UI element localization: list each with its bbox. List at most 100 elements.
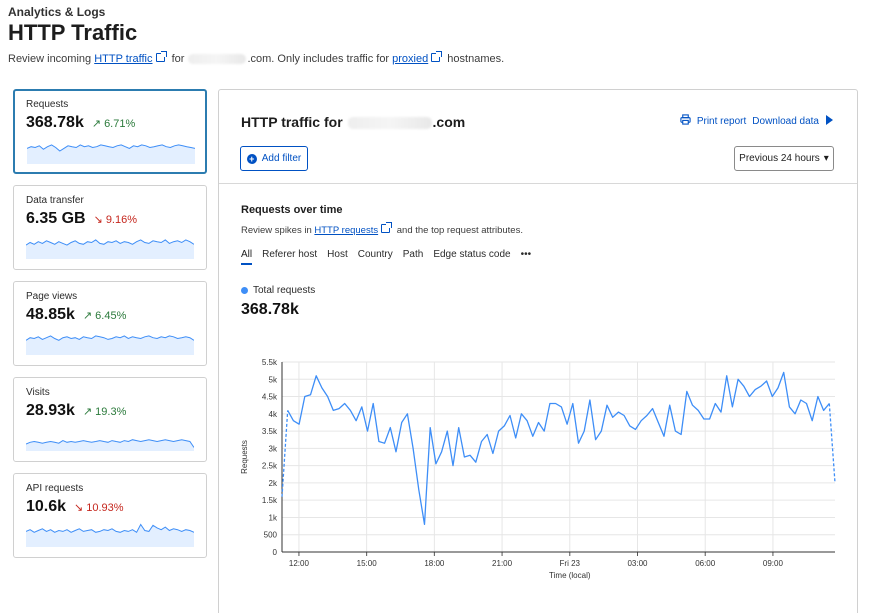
y-tick-label: 4k (269, 410, 278, 419)
metric-change: ↘ 9.16% (94, 213, 137, 226)
sparkline (26, 335, 194, 355)
metric-value: 368.78k (26, 114, 84, 131)
metric-card-page-views[interactable]: Page views 48.85k ↗ 6.45% (13, 281, 207, 366)
metric-card-requests[interactable]: Requests 368.78k ↗ 6.71% (13, 89, 207, 174)
panel-title-text: HTTP traffic for (241, 114, 343, 130)
metric-card-api-requests[interactable]: API requests 10.6k ↘ 10.93% (13, 473, 207, 558)
sparkline-area (26, 524, 194, 547)
section-title: Requests over time (241, 204, 343, 216)
series-line-partial-end (828, 403, 836, 483)
caret-down-icon: ▾ (823, 153, 829, 164)
section-desc-end: and the top request attributes. (396, 225, 523, 236)
play-triangle-icon[interactable] (825, 114, 833, 128)
metric-card-visits[interactable]: Visits 28.93k ↗ 19.3% (13, 377, 207, 462)
tab-edge-status-code[interactable]: Edge status code (433, 249, 510, 265)
subtitle-text-start: Review incoming (8, 53, 92, 65)
redacted-domain (347, 117, 432, 130)
sparkline (26, 523, 194, 547)
attribute-tabs: All Referer host Host Country Path Edge … (241, 249, 531, 265)
add-filter-label: Add filter (261, 153, 302, 164)
more-tabs-icon[interactable]: ••• (521, 249, 532, 265)
x-tick-label: 21:00 (492, 559, 513, 568)
panel-title-suffix: .com (432, 114, 466, 130)
x-tick-label: 06:00 (695, 559, 716, 568)
metric-value: 6.35 GB (26, 210, 86, 227)
metric-change: ↘ 10.93% (74, 501, 124, 514)
y-tick-label: 3.5k (262, 427, 278, 436)
external-link-icon[interactable] (155, 51, 167, 62)
metric-cards: Requests 368.78k ↗ 6.71% Data transfer 6.… (13, 89, 207, 569)
section-description: Review spikes in HTTP requests and the t… (241, 222, 523, 236)
y-tick-label: 3k (269, 444, 278, 453)
legend-label: Total requests (253, 285, 316, 296)
y-tick-label: 500 (264, 531, 278, 540)
metric-change-value: 19.3% (95, 406, 127, 418)
http-requests-link[interactable]: HTTP requests (314, 225, 378, 236)
subtitle-text-for: for (171, 53, 185, 65)
section-desc-start: Review spikes in (241, 225, 312, 236)
panel-title: HTTP traffic for .com (241, 114, 465, 130)
series-line-partial-start (281, 410, 289, 497)
arrow-up-right-icon: ↗ (82, 310, 93, 322)
tab-all[interactable]: All (241, 249, 253, 265)
metric-value: 48.85k (26, 306, 75, 323)
subtitle-text-end: hostnames. (447, 53, 505, 65)
y-axis-title: Requests (240, 440, 249, 474)
y-tick-label: 2.5k (262, 462, 278, 471)
y-tick-label: 1.5k (262, 496, 278, 505)
legend-dot (241, 287, 248, 294)
metric-label: Data transfer (26, 195, 84, 206)
x-tick-label: 03:00 (627, 559, 648, 568)
y-tick-label: 1k (269, 513, 278, 522)
metric-label: Page views (26, 291, 78, 302)
x-tick-label: 15:00 (357, 559, 378, 568)
printer-icon[interactable] (680, 114, 691, 128)
breadcrumb: Analytics & Logs (8, 5, 106, 19)
time-range-value: Previous 24 hours (739, 153, 820, 164)
tab-country[interactable]: Country (358, 249, 393, 265)
metric-label: Requests (26, 99, 69, 110)
total-requests-value: 368.78k (241, 301, 299, 318)
tab-host[interactable]: Host (327, 249, 348, 265)
metric-label: API requests (26, 483, 84, 494)
download-data-link[interactable]: Download data (752, 116, 819, 127)
subtitle-text-mid: .com. Only includes traffic for (247, 53, 390, 65)
header-links: Print report Download data (680, 114, 833, 128)
y-tick-label: 2k (269, 479, 278, 488)
y-tick-label: 5k (269, 375, 278, 384)
tab-path[interactable]: Path (403, 249, 424, 265)
x-axis-title: Time (local) (549, 571, 591, 580)
x-tick-label: Fri 23 (560, 559, 581, 568)
redacted-domain (188, 54, 247, 65)
sparkline (27, 144, 195, 164)
arrow-down-right-icon: ↘ (74, 502, 84, 514)
metric-card-data-transfer[interactable]: Data transfer 6.35 GB ↘ 9.16% (13, 185, 207, 270)
external-link-icon[interactable] (381, 222, 393, 233)
y-tick-label: 5.5k (262, 358, 278, 367)
y-tick-label: 0 (273, 548, 278, 557)
external-link-icon[interactable] (431, 51, 443, 62)
metric-change-value: 9.16% (105, 214, 138, 226)
requests-chart: 0 500 1k 1.5k 2k 2.5k 3k 3.5k 4k 4.5k 5k 5.5k 12:00 1… (240, 358, 836, 580)
sparkline (26, 239, 194, 259)
arrow-up-right-icon: ↗ (91, 118, 102, 130)
plus-circle-icon: + (246, 153, 257, 164)
add-filter-button[interactable]: + Add filter (240, 146, 308, 171)
arrow-up-right-icon: ↗ (82, 406, 93, 418)
tab-referer-host[interactable]: Referer host (262, 249, 317, 265)
page-subtitle: Review incoming HTTP traffic for .com. O… (8, 51, 505, 65)
time-range-select[interactable]: Previous 24 hours ▾ (734, 146, 834, 171)
page-title: HTTP Traffic (8, 20, 138, 45)
print-report-link[interactable]: Print report (697, 116, 746, 127)
metric-change: ↗ 6.45% (83, 309, 126, 322)
panel-header: HTTP traffic for .com Print report Downl… (219, 90, 857, 184)
metric-value: 10.6k (26, 498, 67, 515)
proxied-link[interactable]: proxied (392, 53, 428, 65)
metric-value: 28.93k (26, 402, 75, 419)
metric-change-value: 6.45% (95, 310, 127, 322)
http-traffic-link[interactable]: HTTP traffic (94, 53, 152, 65)
x-tick-label: 18:00 (424, 559, 445, 568)
metric-change-value: 10.93% (86, 502, 124, 514)
metric-label: Visits (26, 387, 50, 398)
sparkline (26, 439, 194, 451)
